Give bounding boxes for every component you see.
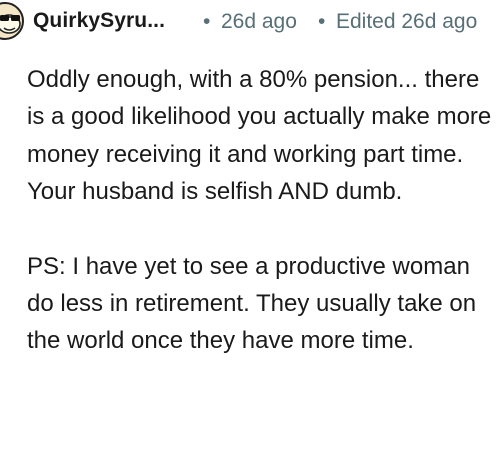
comment-paragraph: PS: I have yet to see a productive woman… bbox=[27, 252, 477, 355]
avatar-icon[interactable] bbox=[0, 2, 24, 40]
comment-meta: QuirkySyru... • 26d ago • Edited 26d ago bbox=[0, 2, 502, 42]
meta-separator: • bbox=[318, 10, 326, 33]
comment-body: Oddly enough, with a 80% pension... ther… bbox=[27, 61, 502, 360]
edited-timestamp: Edited 26d ago bbox=[336, 10, 478, 33]
meta-separator: • bbox=[203, 10, 211, 33]
comment-timestamp[interactable]: 26d ago bbox=[221, 10, 297, 34]
comment: QuirkySyru... • 26d ago • Edited 26d ago… bbox=[0, 0, 502, 453]
comment-author[interactable]: QuirkySyru... bbox=[33, 9, 165, 33]
comment-paragraph: Oddly enough, with a 80% pension... ther… bbox=[27, 66, 492, 206]
